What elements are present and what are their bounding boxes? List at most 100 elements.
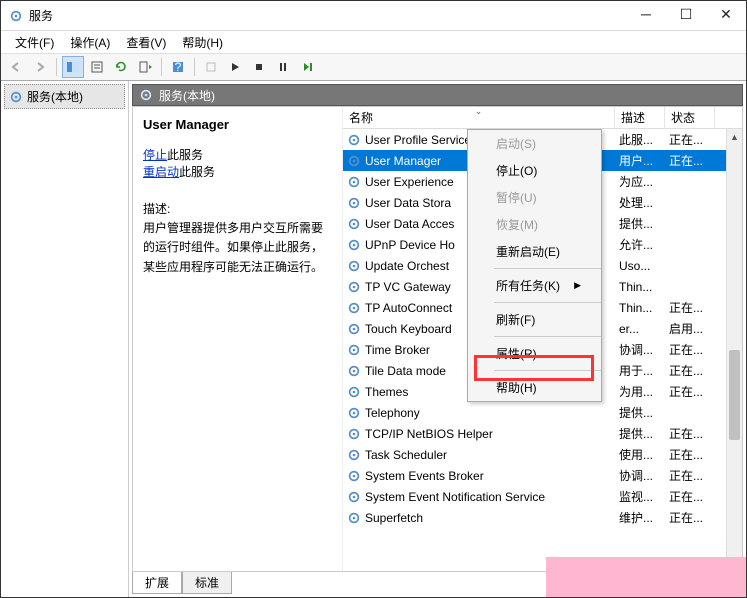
menubar: 文件(F) 操作(A) 查看(V) 帮助(H) bbox=[1, 31, 746, 53]
service-desc: 提供... bbox=[615, 404, 665, 421]
service-desc: 处理... bbox=[615, 194, 665, 211]
tree-pane: 服务(本地) bbox=[1, 81, 129, 597]
table-row[interactable]: Superfetch维护...正在... bbox=[343, 507, 742, 528]
restart-link[interactable]: 重启动 bbox=[143, 165, 179, 179]
gear-icon bbox=[347, 133, 361, 147]
gear-icon bbox=[347, 238, 361, 252]
service-name: TP VC Gateway bbox=[365, 280, 451, 294]
forward-button[interactable] bbox=[29, 56, 51, 78]
service-name: User Data Stora bbox=[365, 196, 451, 210]
service-name: Superfetch bbox=[365, 511, 423, 525]
cm-restart[interactable]: 重新启动(E) bbox=[468, 238, 601, 265]
cm-stop[interactable]: 停止(O) bbox=[468, 157, 601, 184]
close-button[interactable]: ✕ bbox=[706, 1, 746, 31]
svg-text:?: ? bbox=[175, 60, 182, 74]
menu-help[interactable]: 帮助(H) bbox=[174, 32, 231, 53]
tree-root-item[interactable]: 服务(本地) bbox=[4, 84, 125, 109]
show-hide-tree-button[interactable] bbox=[62, 56, 84, 78]
export-button[interactable] bbox=[134, 56, 156, 78]
tree-root-label: 服务(本地) bbox=[27, 88, 83, 105]
service-status: 正在... bbox=[665, 446, 715, 463]
scroll-up-button[interactable]: ▲ bbox=[727, 129, 742, 145]
toolbar: ? bbox=[1, 53, 746, 81]
cm-all-tasks[interactable]: 所有任务(K)▶ bbox=[468, 272, 601, 299]
gear-icon bbox=[347, 511, 361, 525]
cm-resume[interactable]: 恢复(M) bbox=[468, 211, 601, 238]
service-desc: 使用... bbox=[615, 446, 665, 463]
service-name: Themes bbox=[365, 385, 408, 399]
restart-service-button[interactable] bbox=[296, 56, 318, 78]
detail-pane: User Manager 停止此服务 重启动此服务 描述: 用户管理器提供多用户… bbox=[133, 107, 343, 571]
column-status[interactable]: 状态 bbox=[665, 107, 715, 128]
column-name[interactable]: 名称⌄ bbox=[343, 107, 615, 128]
gear-icon bbox=[347, 406, 361, 420]
gear-icon bbox=[347, 280, 361, 294]
table-row[interactable]: System Events Broker协调...正在... bbox=[343, 465, 742, 486]
service-desc: 为应... bbox=[615, 173, 665, 190]
menu-view[interactable]: 查看(V) bbox=[118, 32, 174, 53]
service-name: Update Orchest bbox=[365, 259, 449, 273]
context-menu: 启动(S) 停止(O) 暂停(U) 恢复(M) 重新启动(E) 所有任务(K)▶… bbox=[467, 129, 602, 402]
service-desc: 维护... bbox=[615, 509, 665, 526]
stop-service-button[interactable] bbox=[248, 56, 270, 78]
properties-button[interactable] bbox=[86, 56, 108, 78]
service-name: User Experience bbox=[365, 175, 454, 189]
service-name: TP AutoConnect bbox=[365, 301, 452, 315]
service-desc: 用于... bbox=[615, 362, 665, 379]
service-name: Telephony bbox=[365, 406, 420, 420]
gear-icon bbox=[9, 90, 23, 104]
tab-extended[interactable]: 扩展 bbox=[132, 572, 182, 594]
stop-link[interactable]: 停止 bbox=[143, 148, 167, 162]
scrollbar-thumb[interactable] bbox=[729, 350, 740, 440]
service-status: 正在... bbox=[665, 488, 715, 505]
service-desc: 允许... bbox=[615, 236, 665, 253]
gear-icon bbox=[347, 301, 361, 315]
gear-icon bbox=[347, 175, 361, 189]
window-title: 服务 bbox=[29, 7, 626, 24]
back-button[interactable] bbox=[5, 56, 27, 78]
maximize-button[interactable]: ☐ bbox=[666, 1, 706, 31]
cm-pause[interactable]: 暂停(U) bbox=[468, 184, 601, 211]
service-status: 正在... bbox=[665, 299, 715, 316]
table-row[interactable]: Task Scheduler使用...正在... bbox=[343, 444, 742, 465]
pause-service-button[interactable] bbox=[272, 56, 294, 78]
service-desc: Uso... bbox=[615, 259, 665, 273]
service-status: 正在... bbox=[665, 383, 715, 400]
stop-button[interactable] bbox=[200, 56, 222, 78]
table-row[interactable]: Telephony 提供... bbox=[343, 402, 742, 423]
table-row[interactable]: TCP/IP NetBIOS Helper提供...正在... bbox=[343, 423, 742, 444]
help-button[interactable]: ? bbox=[167, 56, 189, 78]
service-desc: 协调... bbox=[615, 341, 665, 358]
menu-file[interactable]: 文件(F) bbox=[7, 32, 62, 53]
service-status: 正在... bbox=[665, 341, 715, 358]
tab-standard[interactable]: 标准 bbox=[182, 572, 232, 594]
list-header: 名称⌄ 描述 状态 bbox=[343, 107, 742, 129]
service-status: 正在... bbox=[665, 131, 715, 148]
vertical-scrollbar[interactable]: ▲ ▼ bbox=[726, 129, 742, 571]
service-status: 正在... bbox=[665, 362, 715, 379]
gear-icon bbox=[347, 154, 361, 168]
minimize-button[interactable]: ─ bbox=[626, 1, 666, 31]
table-row[interactable]: System Event Notification Service监视...正在… bbox=[343, 486, 742, 507]
cm-properties[interactable]: 属性(R) bbox=[468, 340, 601, 367]
cm-refresh[interactable]: 刷新(F) bbox=[468, 306, 601, 333]
cm-help[interactable]: 帮助(H) bbox=[468, 374, 601, 401]
refresh-button[interactable] bbox=[110, 56, 132, 78]
service-desc: 监视... bbox=[615, 488, 665, 505]
service-desc: Thin... bbox=[615, 280, 665, 294]
service-status: 正在... bbox=[665, 152, 715, 169]
gear-icon bbox=[347, 322, 361, 336]
gear-icon bbox=[347, 259, 361, 273]
gear-icon bbox=[347, 217, 361, 231]
service-name: User Data Acces bbox=[365, 217, 454, 231]
service-desc: 此服... bbox=[615, 131, 665, 148]
menu-action[interactable]: 操作(A) bbox=[62, 32, 118, 53]
cm-start[interactable]: 启动(S) bbox=[468, 130, 601, 157]
service-desc: 协调... bbox=[615, 467, 665, 484]
chevron-right-icon: ▶ bbox=[574, 280, 581, 291]
start-service-button[interactable] bbox=[224, 56, 246, 78]
service-name: Touch Keyboard bbox=[365, 322, 452, 336]
service-desc: 提供... bbox=[615, 215, 665, 232]
titlebar: 服务 ─ ☐ ✕ bbox=[1, 1, 746, 31]
column-desc[interactable]: 描述 bbox=[615, 107, 665, 128]
